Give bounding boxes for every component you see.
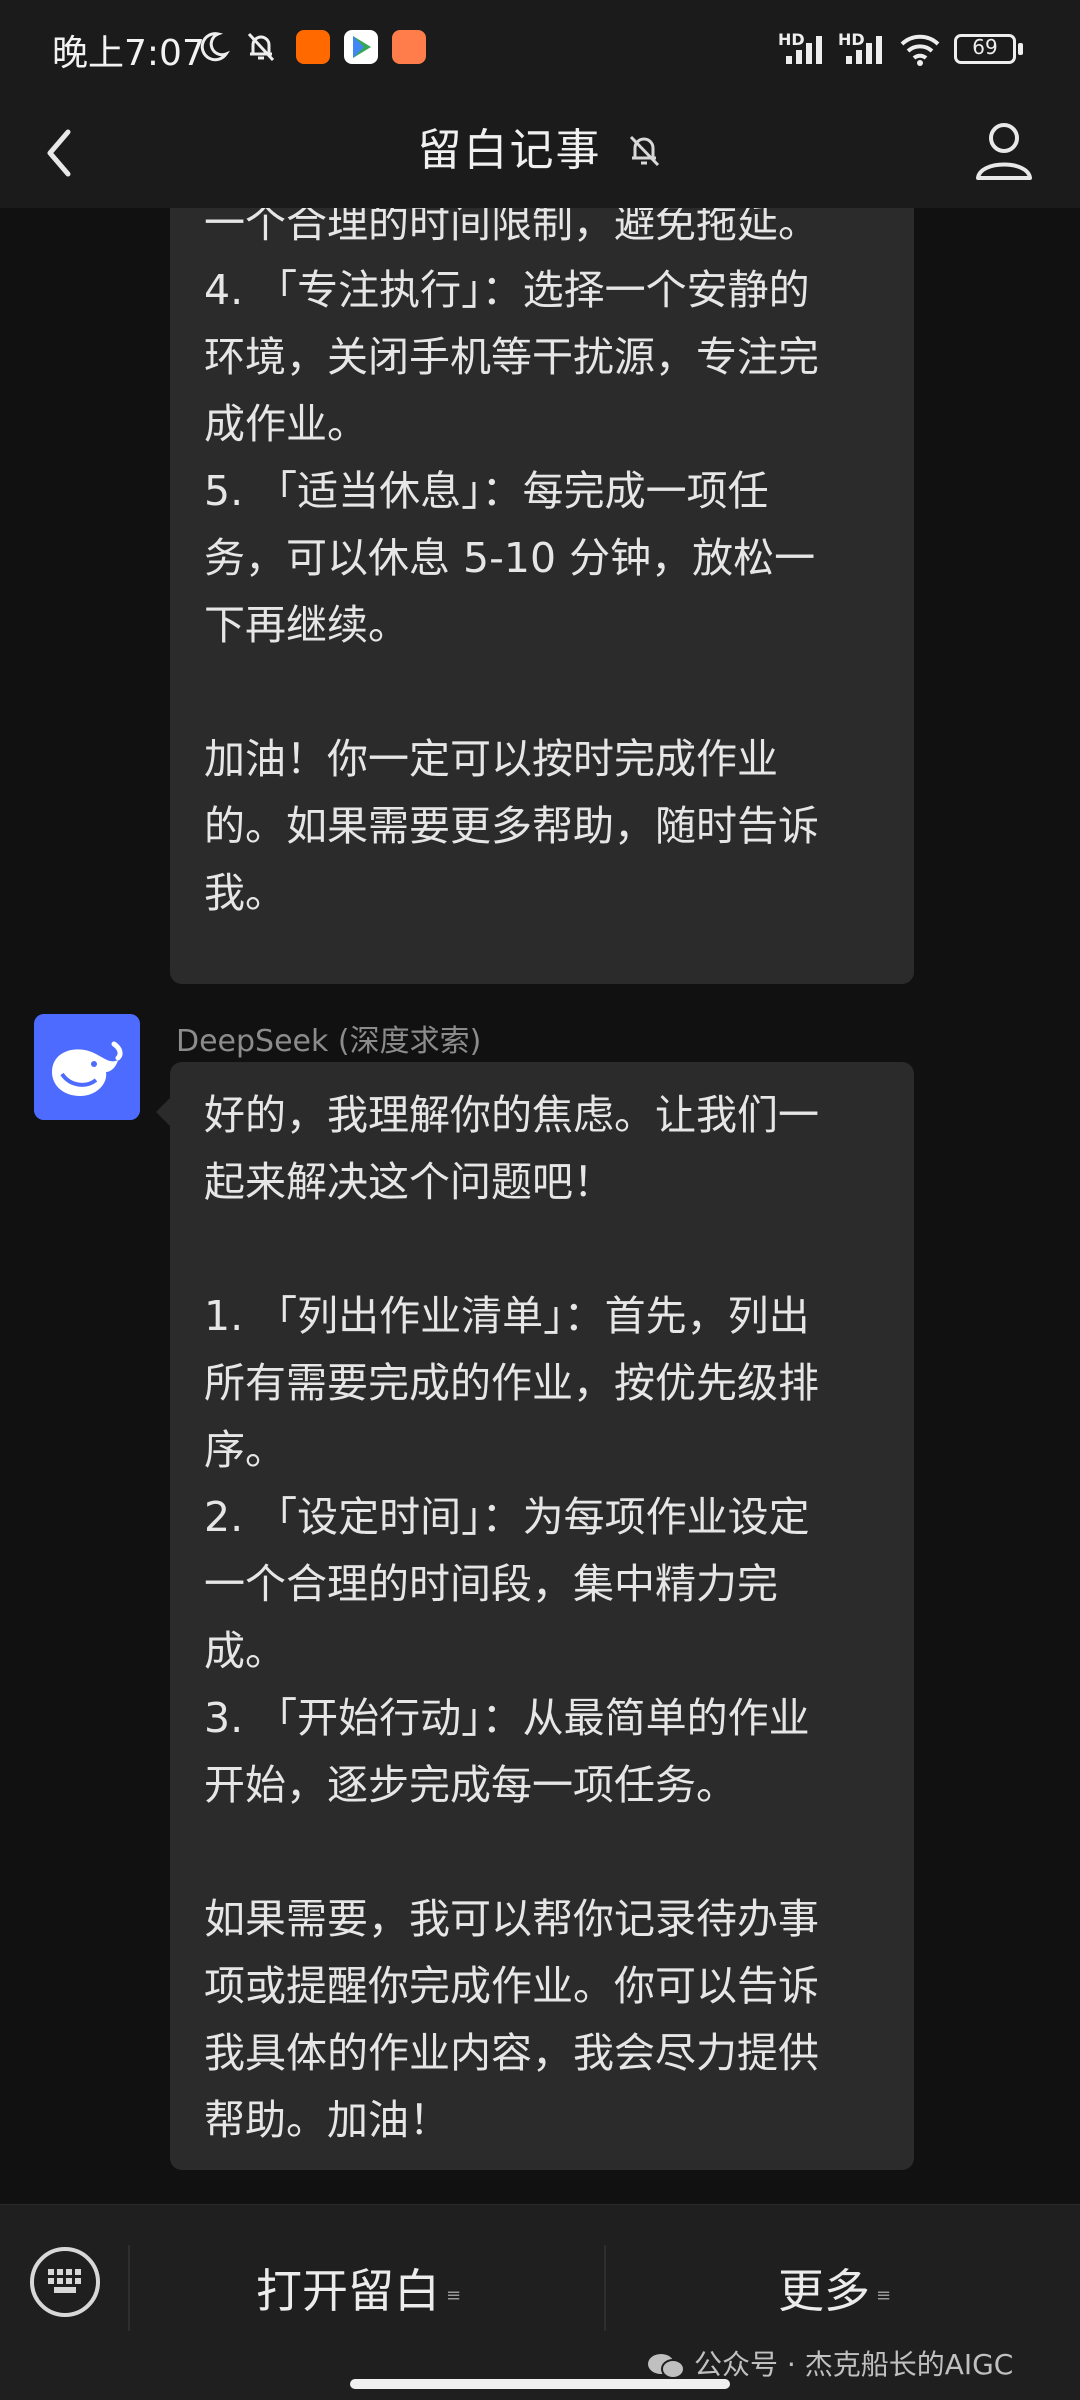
home-indicator[interactable] xyxy=(350,2379,730,2389)
keyboard-button[interactable] xyxy=(30,2247,100,2317)
message-line: 项或提醒你完成作业。你可以告诉 xyxy=(204,1962,819,2010)
message-line: 3. 「开始行动」：从最简单的作业 xyxy=(204,1694,810,1742)
message-line: 如果需要，我可以帮你记录待办事 xyxy=(204,1895,819,1943)
divider xyxy=(128,2245,130,2331)
open-liubai-menu[interactable]: 打开留白 ≡ xyxy=(256,2255,461,2321)
keyboard-icon xyxy=(48,2269,81,2293)
message-line: 序。 xyxy=(204,1426,286,1474)
message-line: 务，可以休息 5-10 分钟，放松一 xyxy=(204,534,816,582)
message-line: 一个合理的时间限制，避免拖延。 xyxy=(204,208,819,247)
message-line: 加油！你一定可以按时完成作业 xyxy=(204,735,778,783)
bottom-menu-bar: 打开留白 ≡ 更多 ≡ 公众号 · 杰克船长的AIGC xyxy=(0,2204,1080,2400)
battery-tip xyxy=(1018,43,1023,55)
deepseek-whale-icon[interactable] xyxy=(34,1014,140,1120)
battery-level: 69 xyxy=(972,35,998,59)
message-line: 成作业。 xyxy=(204,400,368,448)
wifi-icon xyxy=(900,34,940,66)
signal-icon xyxy=(786,36,822,64)
play-store-icon xyxy=(344,30,378,64)
message-bubble[interactable]: 一个合理的时间限制，避免拖延。 4. 「专注执行」：选择一个安静的 环境，关闭手… xyxy=(170,208,914,984)
watermark-text: 公众号 · 杰克船长的AIGC xyxy=(694,2348,1014,2381)
message-line: 所有需要完成的作业，按优先级排 xyxy=(204,1359,819,1407)
message-list[interactable]: 一个合理的时间限制，避免拖延。 4. 「专注执行」：选择一个安静的 环境，关闭手… xyxy=(0,208,1080,2204)
divider xyxy=(604,2245,606,2331)
menu-label: 更多 xyxy=(778,2264,870,2318)
watermark: 公众号 · 杰克船长的AIGC xyxy=(646,2343,1013,2383)
bell-off-icon xyxy=(247,32,275,62)
title-wrap: 留白记事 xyxy=(0,114,1080,178)
message-line: 一个合理的时间段，集中精力完 xyxy=(204,1560,778,1608)
page-title: 留白记事 xyxy=(417,125,602,176)
menu-indicator: ≡ xyxy=(446,2285,462,2306)
wechat-icon xyxy=(648,2354,685,2379)
chat-screen: 晚上7:07 HD HD 69 留白记事 一个合理的时间限制，避免拖延。 4. … xyxy=(0,0,1080,2400)
menu-label: 打开留白 xyxy=(256,2264,440,2318)
status-time: 晚上7:07 xyxy=(52,33,205,74)
more-menu[interactable]: 更多 ≡ xyxy=(778,2255,891,2321)
message-line: 开始，逐步完成每一项任务。 xyxy=(204,1761,737,1809)
message-line: 我。 xyxy=(204,869,286,917)
message-line: 2. 「设定时间」：为每项作业设定 xyxy=(204,1493,810,1541)
profile-button[interactable] xyxy=(972,116,1036,186)
message-line: 的。如果需要更多帮助，随时告诉 xyxy=(204,802,819,850)
message-line: 我具体的作业内容，我会尽力提供 xyxy=(204,2029,819,2077)
chat-header: 留白记事 xyxy=(0,96,1080,208)
message-line: 帮助。加油！ xyxy=(204,2096,450,2144)
message-line: 好的，我理解你的焦虑。让我们一 xyxy=(204,1091,819,1139)
moon-icon xyxy=(200,32,230,62)
signal-icon xyxy=(846,36,882,64)
sender-name: DeepSeek (深度求索) xyxy=(176,1024,482,1059)
message-line: 1. 「列出作业清单」：首先，列出 xyxy=(204,1292,810,1340)
message-line: 成。 xyxy=(204,1627,286,1675)
message-bubble[interactable]: 好的，我理解你的焦虑。让我们一 起来解决这个问题吧！ 1. 「列出作业清单」：首… xyxy=(156,1062,914,2170)
status-bar: 晚上7:07 HD HD 69 xyxy=(0,0,1080,96)
mi-app-icon xyxy=(296,30,330,64)
message-line: 环境，关闭手机等干扰源，专注完 xyxy=(204,333,819,381)
message-line: 下再继续。 xyxy=(204,601,409,649)
bell-off-icon xyxy=(629,135,659,167)
message-line: 起来解决这个问题吧！ xyxy=(204,1158,614,1206)
menu-indicator: ≡ xyxy=(876,2285,892,2306)
message-line: 4. 「专注执行」：选择一个安静的 xyxy=(204,266,810,314)
message-line: 5. 「适当休息」：每完成一项任 xyxy=(204,467,769,515)
mi-store-icon xyxy=(392,30,426,64)
battery-icon: 69 xyxy=(954,34,1016,64)
